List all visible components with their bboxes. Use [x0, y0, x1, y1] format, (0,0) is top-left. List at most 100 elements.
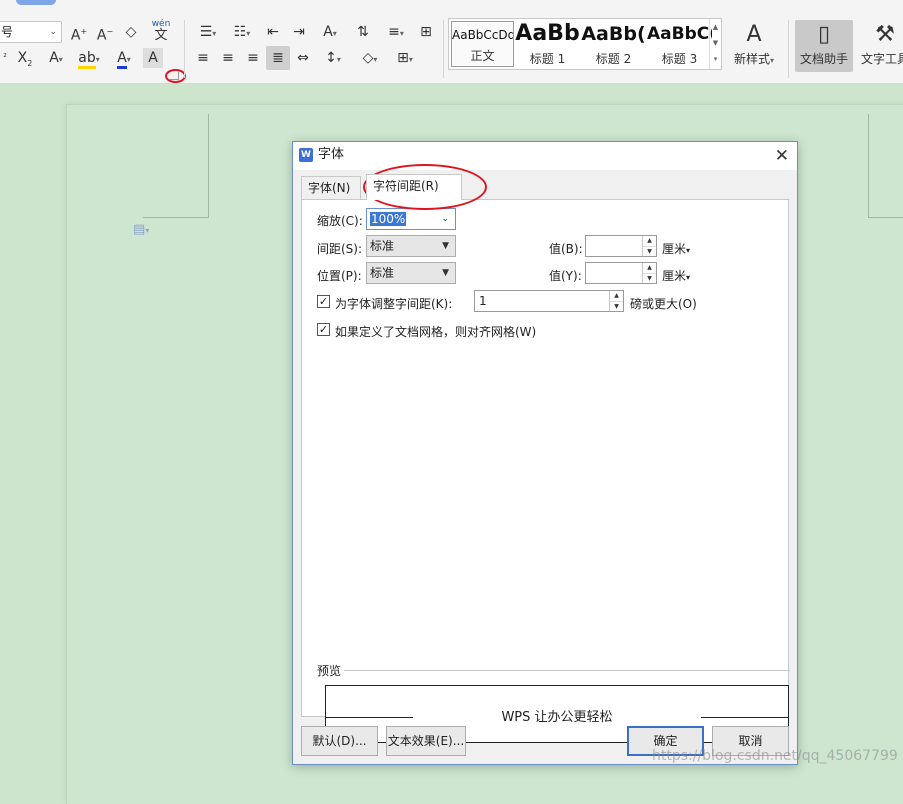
preview-text: WPS 让办公更轻松	[501, 710, 613, 725]
distribute-icon[interactable]: ⇔	[293, 48, 313, 68]
decrease-indent-icon[interactable]: ⇤	[263, 22, 283, 42]
spin-down-icon[interactable]: ▼	[643, 273, 656, 283]
align-center-icon[interactable]: ≡	[218, 48, 238, 68]
style-heading-3[interactable]: AaBbC( 标题 3	[647, 19, 712, 69]
style-normal[interactable]: AaBbCcDd 正文	[451, 21, 514, 67]
justify-icon[interactable]: ≣	[266, 46, 290, 70]
chevron-up-icon[interactable]: ▲	[710, 19, 721, 35]
style-heading-2[interactable]: AaBb( 标题 2	[581, 19, 646, 69]
spin-up-icon[interactable]: ▲	[643, 263, 656, 273]
position-by-label: 值(Y):	[549, 269, 582, 283]
new-style-button[interactable]: A 新样式▾	[728, 20, 780, 72]
spin-down-icon[interactable]: ▼	[610, 301, 623, 311]
border-icon[interactable]: ⊞▾	[390, 48, 420, 68]
doc-assistant-label: 文档助手	[799, 52, 848, 66]
bullet-list-icon[interactable]: ☰▾	[193, 22, 223, 42]
style-name: 标题 3	[661, 52, 698, 66]
style-heading-1[interactable]: AaBb 标题 1	[515, 19, 580, 69]
style-gallery: AaBbCcDd 正文 AaBb 标题 1 AaBb( 标题 2 AaBbC( …	[448, 18, 722, 70]
kerning-suffix: 磅或更大(O)	[630, 297, 697, 311]
kerning-value: 1	[479, 294, 487, 308]
new-style-icon: A	[746, 22, 762, 47]
default-button[interactable]: 默认(D)...	[301, 726, 378, 756]
highlight-icon[interactable]: ab▾	[74, 48, 104, 69]
paragraph-icon[interactable]: ▤▾	[133, 222, 149, 237]
gallery-scroll[interactable]: ▲ ▼ ▾	[709, 19, 721, 69]
tab-font[interactable]: 字体(N)	[301, 176, 361, 200]
spacing-unit[interactable]: 厘米▾	[662, 240, 690, 257]
spacing-unit-label: 厘米	[662, 242, 687, 256]
close-icon[interactable]: ✕	[775, 143, 789, 169]
style-sample: AaBb	[515, 21, 580, 46]
align-left-icon[interactable]: ≡	[193, 48, 213, 68]
font-size-value: 号	[1, 25, 14, 39]
caret-down-icon[interactable]: ▼	[442, 236, 449, 256]
text-direction-icon[interactable]: A▾	[315, 22, 345, 42]
spin-up-icon[interactable]: ▲	[610, 291, 623, 301]
gallery-expand-icon[interactable]: ▾	[710, 51, 721, 67]
position-combo[interactable]: 标准 ▼	[366, 262, 456, 284]
tab-label: 字符间距(R)	[373, 179, 439, 193]
chevron-down-icon[interactable]: ⌄	[49, 22, 57, 42]
kerning-checkbox[interactable]: ✓	[317, 295, 330, 308]
scale-combo[interactable]: 100% ⌄	[366, 208, 456, 230]
character-spacing-panel: 缩放(C): 100% ⌄ 间距(S): 标准 ▼ 值(B): ▲ ▼ 厘米▾ 位…	[301, 199, 790, 743]
page-margin-mark-right	[868, 114, 903, 218]
wrench-icon: ⚒	[875, 22, 895, 47]
numbered-list-icon[interactable]: ☷▾	[227, 22, 257, 42]
phonetic-guide-icon[interactable]: wén 文	[148, 19, 174, 43]
position-label: 位置(P):	[317, 269, 362, 283]
spacing-by-spinner[interactable]: ▲ ▼	[585, 235, 657, 257]
char-shading-icon[interactable]: A	[143, 48, 163, 68]
position-unit[interactable]: 厘米▾	[662, 267, 690, 284]
increase-indent-icon[interactable]: ⇥	[289, 22, 309, 42]
position-value: 标准	[370, 266, 395, 280]
style-sample: AaBbC(	[647, 24, 712, 44]
doc-assistant-button[interactable]: ▯ 文档助手	[795, 20, 853, 72]
line-spacing-options-icon[interactable]: ≡▾	[381, 22, 411, 42]
tab-accent	[16, 0, 56, 5]
spin-up-icon[interactable]: ▲	[643, 236, 656, 246]
doc-assistant-icon: ▯	[817, 22, 831, 47]
sort-icon[interactable]: ⇅	[353, 22, 373, 42]
ribbon-toolbar: 号 ⌄ A+ A− ◇ wén 文 ² X2 A▾ ab▾ A▾ A ☰▾ ☷▾…	[0, 0, 903, 84]
clear-format-icon[interactable]: ◇	[120, 22, 142, 42]
spacing-by-label: 值(B):	[549, 242, 583, 256]
grid-checkbox[interactable]: ✓	[317, 323, 330, 336]
position-by-spinner[interactable]: ▲ ▼	[585, 262, 657, 284]
preview-label: 预览	[317, 664, 342, 678]
style-sample: AaBb(	[581, 23, 646, 45]
align-right-icon[interactable]: ≡	[243, 48, 263, 68]
grow-font-icon[interactable]: A+	[68, 22, 90, 44]
tab-label: 字体(N)	[308, 181, 351, 195]
text-tools-label: 文字工具	[860, 52, 903, 66]
spacing-combo[interactable]: 标准 ▼	[366, 235, 456, 257]
chevron-down-icon[interactable]: ▼	[710, 35, 721, 51]
kerning-spinner[interactable]: 1 ▲ ▼	[474, 290, 624, 312]
position-unit-label: 厘米	[662, 269, 687, 283]
font-size-combo[interactable]: 号 ⌄	[0, 21, 62, 43]
shrink-font-icon[interactable]: A−	[94, 22, 116, 44]
font-color-icon[interactable]: A▾	[110, 48, 138, 69]
divider	[788, 20, 789, 78]
text-tools-button[interactable]: ⚒ 文字工具	[857, 20, 903, 72]
text-effects-button[interactable]: 文本效果(E)...	[386, 726, 466, 756]
shading-fill-icon[interactable]: ◇▾	[355, 48, 385, 68]
subscript-icon[interactable]: X2	[14, 48, 36, 68]
style-sample: AaBbCcDd	[452, 28, 514, 42]
kerning-label: 为字体调整字间距(K):	[335, 297, 453, 311]
spacing-label: 间距(S):	[317, 242, 363, 256]
caret-down-icon[interactable]: ▼	[442, 263, 449, 283]
superscript-icon[interactable]: ²	[0, 48, 10, 68]
spin-down-icon[interactable]: ▼	[643, 246, 656, 256]
line-spacing-icon[interactable]: ↕▾	[318, 48, 348, 68]
text-effect-icon[interactable]: A▾	[42, 48, 70, 68]
phonetic-char: 文	[154, 28, 168, 43]
table-borders-icon[interactable]: ⊞	[415, 22, 437, 42]
new-style-label: 新样式	[733, 52, 770, 66]
scale-value: 100%	[370, 212, 407, 226]
divider	[344, 670, 790, 671]
tab-character-spacing[interactable]: 字符间距(R)	[366, 174, 462, 200]
chevron-down-icon[interactable]: ⌄	[441, 209, 449, 229]
grid-label: 如果定义了文档网格，则对齐网格(W)	[335, 325, 537, 339]
